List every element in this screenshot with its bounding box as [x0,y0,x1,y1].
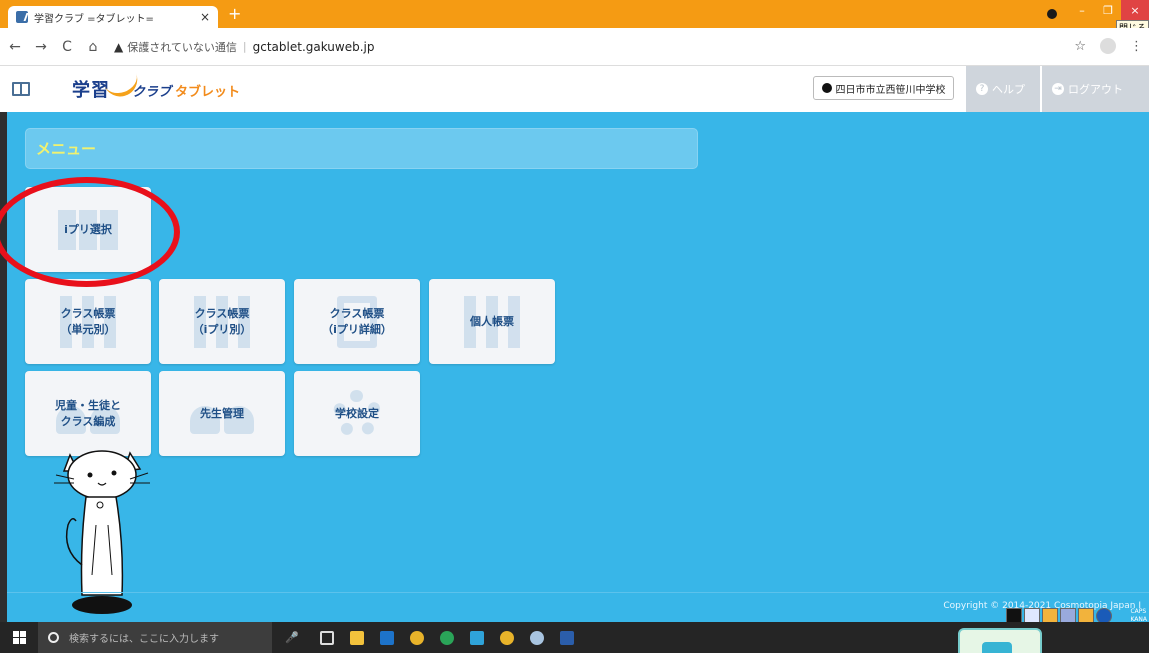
tab-close-icon[interactable]: × [200,10,210,24]
browser-tab[interactable]: 学習クラブ =タブレット= × [8,6,218,28]
security-status: 保護されていない通信 [127,40,237,54]
task-view-icon[interactable] [312,622,342,653]
browser-titlebar: 学習クラブ =タブレット= × + – ❐ × 閉じる [0,0,1149,35]
omnibox[interactable]: ▲ 保護されていない通信 | gctablet.gakuweb.jp [114,39,375,55]
forward-button[interactable]: → [30,39,52,55]
menu-title: メニュー [36,140,97,158]
tile-label: 児童・生徒と クラス編成 [55,398,121,428]
tile-label: 学校設定 [335,406,379,420]
home-button[interactable]: ⌂ [82,39,104,55]
tile-label: クラス帳票 （iプリ詳細） [322,306,392,336]
chrome-active-icon[interactable] [492,622,522,653]
photo-app-icon[interactable] [462,622,492,653]
tile-personal-report[interactable]: 個人帳票 [429,279,555,364]
tile-label: クラス帳票 （単元別） [60,306,116,336]
floating-app-icon[interactable] [958,628,1042,653]
word-icon[interactable] [552,622,582,653]
screen: 学習クラブ =タブレット= × + – ❐ × 閉じる ← → C ⌂ ▲ 保護… [0,0,1149,653]
paint-icon[interactable] [522,622,552,653]
school-name-badge: 四日市市立西笹川中学校 [813,76,954,100]
app-header: 学習 クラブ タブレット 四日市市立西笹川中学校 ? ヘルプ ⇥ ログアウト [0,66,1149,112]
extension-dot-icon[interactable] [1047,9,1057,19]
minimize-button[interactable]: – [1069,0,1095,20]
logo-tablet-text: タブレット [175,85,241,100]
logout-icon: ⇥ [1052,83,1064,95]
taskbar-search[interactable]: 検索するには、ここに入力します [38,622,272,653]
bookmark-star-icon[interactable]: ☆ [1074,39,1086,54]
chrome-icon[interactable] [402,622,432,653]
school-icon [821,83,832,93]
address-bar: ← → C ⌂ ▲ 保護されていない通信 | gctablet.gakuweb.… [0,28,1149,66]
logo-main-text: 学習 [72,80,110,101]
outlook-icon[interactable] [372,622,402,653]
toolbar-right: ☆ ⋮ [1074,38,1143,54]
main-content: メニュー iプリ選択 クラス帳票 （単元別） クラス帳票 （iプリ別） クラス帳… [0,112,1149,622]
windows-logo-icon [12,631,26,644]
app-logo[interactable]: 学習 クラブ タブレット [72,72,241,102]
close-window-button[interactable]: × [1121,0,1149,20]
green-app-icon[interactable] [432,622,462,653]
caps-indicator: CAPS [1130,608,1147,615]
search-placeholder: 検索するには、ここに入力します [69,634,219,645]
tile-label: 先生管理 [200,406,244,420]
tile-label: 個人帳票 [470,314,514,328]
separator: | [242,40,247,53]
favicon-icon [16,11,28,23]
tab-title: 学習クラブ =タブレット= [34,13,154,25]
reload-button[interactable]: C [56,39,78,55]
book-menu-icon[interactable] [6,66,36,112]
warning-icon[interactable]: ▲ [114,40,123,54]
tile-class-report-ipuri[interactable]: クラス帳票 （iプリ別） [159,279,285,364]
profile-icon[interactable] [1100,38,1116,54]
url-text[interactable]: gctablet.gakuweb.jp [253,40,375,54]
logout-label: ログアウト [1068,83,1123,96]
back-button[interactable]: ← [4,39,26,55]
tile-label: iプリ選択 [64,222,112,236]
tile-school-settings[interactable]: 学校設定 [294,371,420,456]
chrome-menu-icon[interactable]: ⋮ [1130,39,1143,54]
help-button[interactable]: ? ヘルプ [966,66,1040,112]
help-label: ヘルプ [992,83,1025,96]
tile-teacher-management[interactable]: 先生管理 [159,371,285,456]
tile-students-classes[interactable]: 児童・生徒と クラス編成 [25,371,151,456]
tile-class-report-detail[interactable]: クラス帳票 （iプリ詳細） [294,279,420,364]
school-name: 四日市市立西笹川中学校 [835,84,946,96]
maximize-button[interactable]: ❐ [1095,0,1121,20]
start-button[interactable] [0,631,38,644]
logo-sub-text: クラブ [132,85,172,100]
mic-icon[interactable]: 🎤 [272,631,312,644]
cortana-icon [48,632,59,643]
help-icon: ? [976,83,988,95]
tile-ipuri-select[interactable]: iプリ選択 [25,187,151,272]
logout-button[interactable]: ⇥ ログアウト [1042,66,1149,112]
tile-label: クラス帳票 （iプリ別） [192,306,252,336]
tile-class-report-unit[interactable]: クラス帳票 （単元別） [25,279,151,364]
new-tab-button[interactable]: + [228,6,241,22]
file-explorer-icon[interactable] [342,622,372,653]
menu-title-bar: メニュー [25,128,698,169]
